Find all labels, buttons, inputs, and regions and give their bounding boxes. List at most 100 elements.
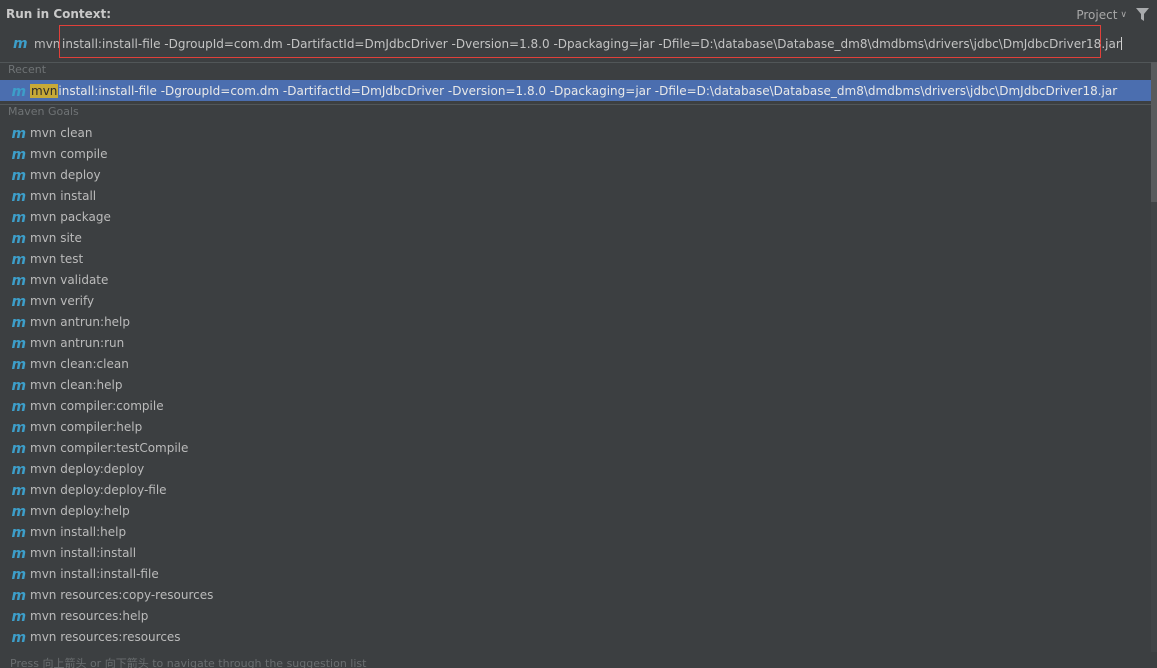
goal-item-label: mvn antrun:help xyxy=(30,314,131,329)
maven-icon: m xyxy=(12,316,27,328)
chevron-down-icon: ∨ xyxy=(1120,10,1127,20)
maven-icon: m xyxy=(12,463,27,475)
maven-icon: m xyxy=(12,505,27,517)
goal-item-label: mvn resources:help xyxy=(30,608,149,623)
svg-text:m: m xyxy=(12,379,27,391)
scrollbar-thumb[interactable] xyxy=(1151,62,1157,202)
goal-item[interactable]: m mvn clean:help xyxy=(0,374,1151,395)
recent-item[interactable]: m mvninstall:install-file -DgroupId=com.… xyxy=(0,80,1151,101)
popup-title: Run in Context: xyxy=(6,7,112,21)
goal-item[interactable]: m mvn package xyxy=(0,206,1151,227)
scope-label: Project xyxy=(1076,8,1118,22)
goal-item-label: mvn compiler:testCompile xyxy=(30,440,189,455)
svg-text:m: m xyxy=(12,505,27,517)
goal-item[interactable]: m mvn verify xyxy=(0,290,1151,311)
popup-header: Run in Context: Project ∨ xyxy=(0,0,1157,28)
goal-item[interactable]: m mvn site xyxy=(0,227,1151,248)
maven-icon: m xyxy=(12,442,27,454)
goal-item[interactable]: m mvn resources:copy-resources xyxy=(0,584,1151,605)
goal-item[interactable]: m mvn antrun:run xyxy=(0,332,1151,353)
goal-item-label: mvn deploy:deploy xyxy=(30,461,145,476)
maven-icon: m xyxy=(12,610,27,622)
run-in-context-popup: Run in Context: Project ∨ m mvn install:… xyxy=(0,0,1157,668)
goal-item[interactable]: m mvn deploy xyxy=(0,164,1151,185)
goal-item[interactable]: m mvn install xyxy=(0,185,1151,206)
svg-text:m: m xyxy=(12,400,27,412)
maven-icon: m xyxy=(12,274,27,286)
svg-text:m: m xyxy=(12,148,27,160)
svg-text:m: m xyxy=(12,190,27,202)
svg-text:m: m xyxy=(13,37,28,49)
section-label-maven-goals: Maven Goals xyxy=(8,105,79,118)
svg-text:m: m xyxy=(12,610,27,622)
maven-icon: m xyxy=(12,379,27,391)
goal-item[interactable]: m mvn compiler:help xyxy=(0,416,1151,437)
svg-text:m: m xyxy=(12,211,27,223)
maven-icon: m xyxy=(12,127,27,139)
goal-item[interactable]: m mvn deploy:help xyxy=(0,500,1151,521)
maven-icon: m xyxy=(12,547,27,559)
goal-item-label: mvn compiler:help xyxy=(30,419,143,434)
section-divider xyxy=(0,104,1151,105)
maven-icon: m xyxy=(12,358,27,370)
command-input[interactable]: install:install-file -DgroupId=com.dm -D… xyxy=(62,37,1122,51)
goal-item[interactable]: m mvn install:install-file xyxy=(0,563,1151,584)
maven-icon: m xyxy=(12,190,27,202)
maven-icon: m xyxy=(12,568,27,580)
goal-item[interactable]: m mvn resources:resources xyxy=(0,626,1151,647)
svg-text:m: m xyxy=(12,337,27,349)
scope-selector[interactable]: Project ∨ xyxy=(1076,8,1127,22)
goal-item-label: mvn install xyxy=(30,188,97,203)
goal-item[interactable]: m mvn antrun:help xyxy=(0,311,1151,332)
goal-item-label: mvn clean:clean xyxy=(30,356,129,371)
status-hint: Press 向上箭头 or 向下箭头 to navigate through t… xyxy=(10,657,367,668)
goal-item-label: mvn clean xyxy=(30,125,93,140)
svg-text:m: m xyxy=(12,526,27,538)
goal-item-label: mvn resources:copy-resources xyxy=(30,587,214,602)
svg-text:m: m xyxy=(12,442,27,454)
goal-item[interactable]: m mvn test xyxy=(0,248,1151,269)
svg-text:m: m xyxy=(12,421,27,433)
goal-item[interactable]: m mvn resources:help xyxy=(0,605,1151,626)
filter-icon[interactable] xyxy=(1136,8,1149,22)
goal-item[interactable]: m mvn install:help xyxy=(0,521,1151,542)
goal-item-label: mvn clean:help xyxy=(30,377,123,392)
goal-item[interactable]: m mvn compiler:compile xyxy=(0,395,1151,416)
text-caret xyxy=(1120,37,1122,50)
maven-icon: m xyxy=(12,400,27,412)
svg-text:m: m xyxy=(12,358,27,370)
goal-item[interactable]: m mvn clean xyxy=(0,122,1151,143)
svg-text:m: m xyxy=(12,169,27,181)
goal-item-label: mvn resources:resources xyxy=(30,629,181,644)
goal-item-label: mvn compile xyxy=(30,146,108,161)
maven-icon: m xyxy=(12,85,27,97)
maven-icon: m xyxy=(12,232,27,244)
maven-icon: m xyxy=(12,148,27,160)
goal-item[interactable]: m mvn compiler:testCompile xyxy=(0,437,1151,458)
maven-icon: m xyxy=(12,337,27,349)
svg-text:m: m xyxy=(12,316,27,328)
svg-text:m: m xyxy=(12,295,27,307)
goal-item[interactable]: m mvn deploy:deploy xyxy=(0,458,1151,479)
goal-item-label: mvn package xyxy=(30,209,111,224)
goal-item-label: mvn install:help xyxy=(30,524,127,539)
svg-text:m: m xyxy=(12,547,27,559)
svg-text:m: m xyxy=(12,85,27,97)
goal-item[interactable]: m mvn compile xyxy=(0,143,1151,164)
goal-item[interactable]: m mvn validate xyxy=(0,269,1151,290)
svg-text:m: m xyxy=(12,463,27,475)
goal-item-label: mvn deploy:deploy-file xyxy=(30,482,167,497)
svg-text:m: m xyxy=(12,589,27,601)
goal-item[interactable]: m mvn install:install xyxy=(0,542,1151,563)
goal-item-label: mvn validate xyxy=(30,272,109,287)
maven-icon: m xyxy=(12,211,27,223)
maven-icon: m xyxy=(12,421,27,433)
section-divider xyxy=(0,62,1151,63)
goal-item[interactable]: m mvn clean:clean xyxy=(0,353,1151,374)
section-label-recent: Recent xyxy=(8,63,47,76)
maven-icon: m xyxy=(12,253,27,265)
svg-text:m: m xyxy=(12,232,27,244)
goal-item[interactable]: m mvn deploy:deploy-file xyxy=(0,479,1151,500)
recent-item-label: mvninstall:install-file -DgroupId=com.dm… xyxy=(30,83,1117,98)
maven-icon: m xyxy=(12,484,27,496)
